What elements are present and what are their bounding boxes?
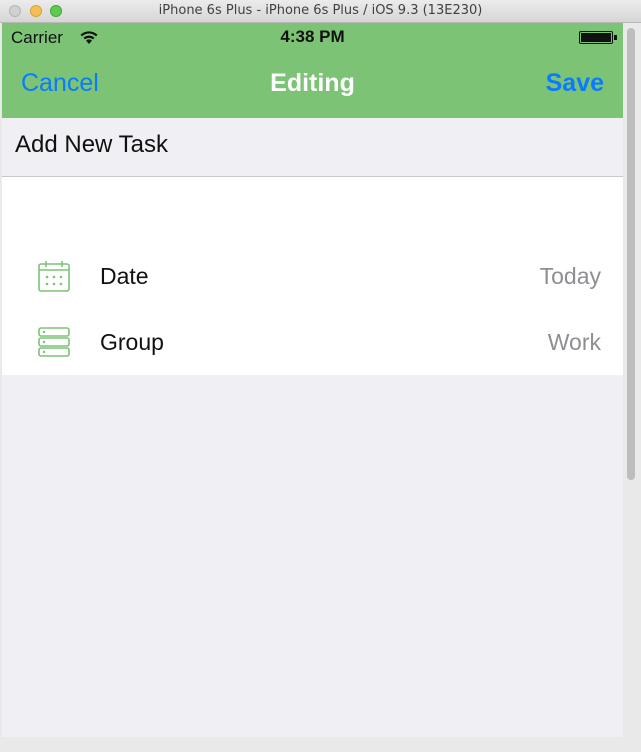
task-title-row <box>2 118 623 177</box>
server-stack-icon <box>38 327 70 357</box>
group-label: Group <box>100 329 164 355</box>
date-label: Date <box>100 263 149 289</box>
window-scrollbar[interactable] <box>627 28 635 480</box>
simulator-window: iPhone 6s Plus - iPhone 6s Plus / iOS 9.… <box>0 0 641 752</box>
device-screen: Carrier 4:38 PM Cancel Editing Save Add … <box>2 23 623 737</box>
battery-tip <box>614 35 617 40</box>
date-row[interactable]: Date Today <box>2 244 623 310</box>
date-value: Today <box>539 263 601 289</box>
battery-icon <box>579 31 613 44</box>
nav-title: Editing <box>270 69 355 97</box>
window-titlebar: iPhone 6s Plus - iPhone 6s Plus / iOS 9.… <box>0 0 641 23</box>
window-title: iPhone 6s Plus - iPhone 6s Plus / iOS 9.… <box>158 3 483 18</box>
status-time: 4:38 PM <box>280 27 345 46</box>
task-title-input[interactable] <box>15 130 605 160</box>
group-row[interactable]: Group Work <box>2 310 623 376</box>
task-options-table: Date Today Group Work <box>2 177 623 375</box>
group-value: Work <box>547 329 601 355</box>
save-button[interactable]: Save <box>546 69 604 98</box>
window-bottom-edge <box>0 737 641 752</box>
calendar-icon <box>38 261 70 292</box>
navigation-bar: Carrier 4:38 PM Cancel Editing Save <box>2 23 623 118</box>
